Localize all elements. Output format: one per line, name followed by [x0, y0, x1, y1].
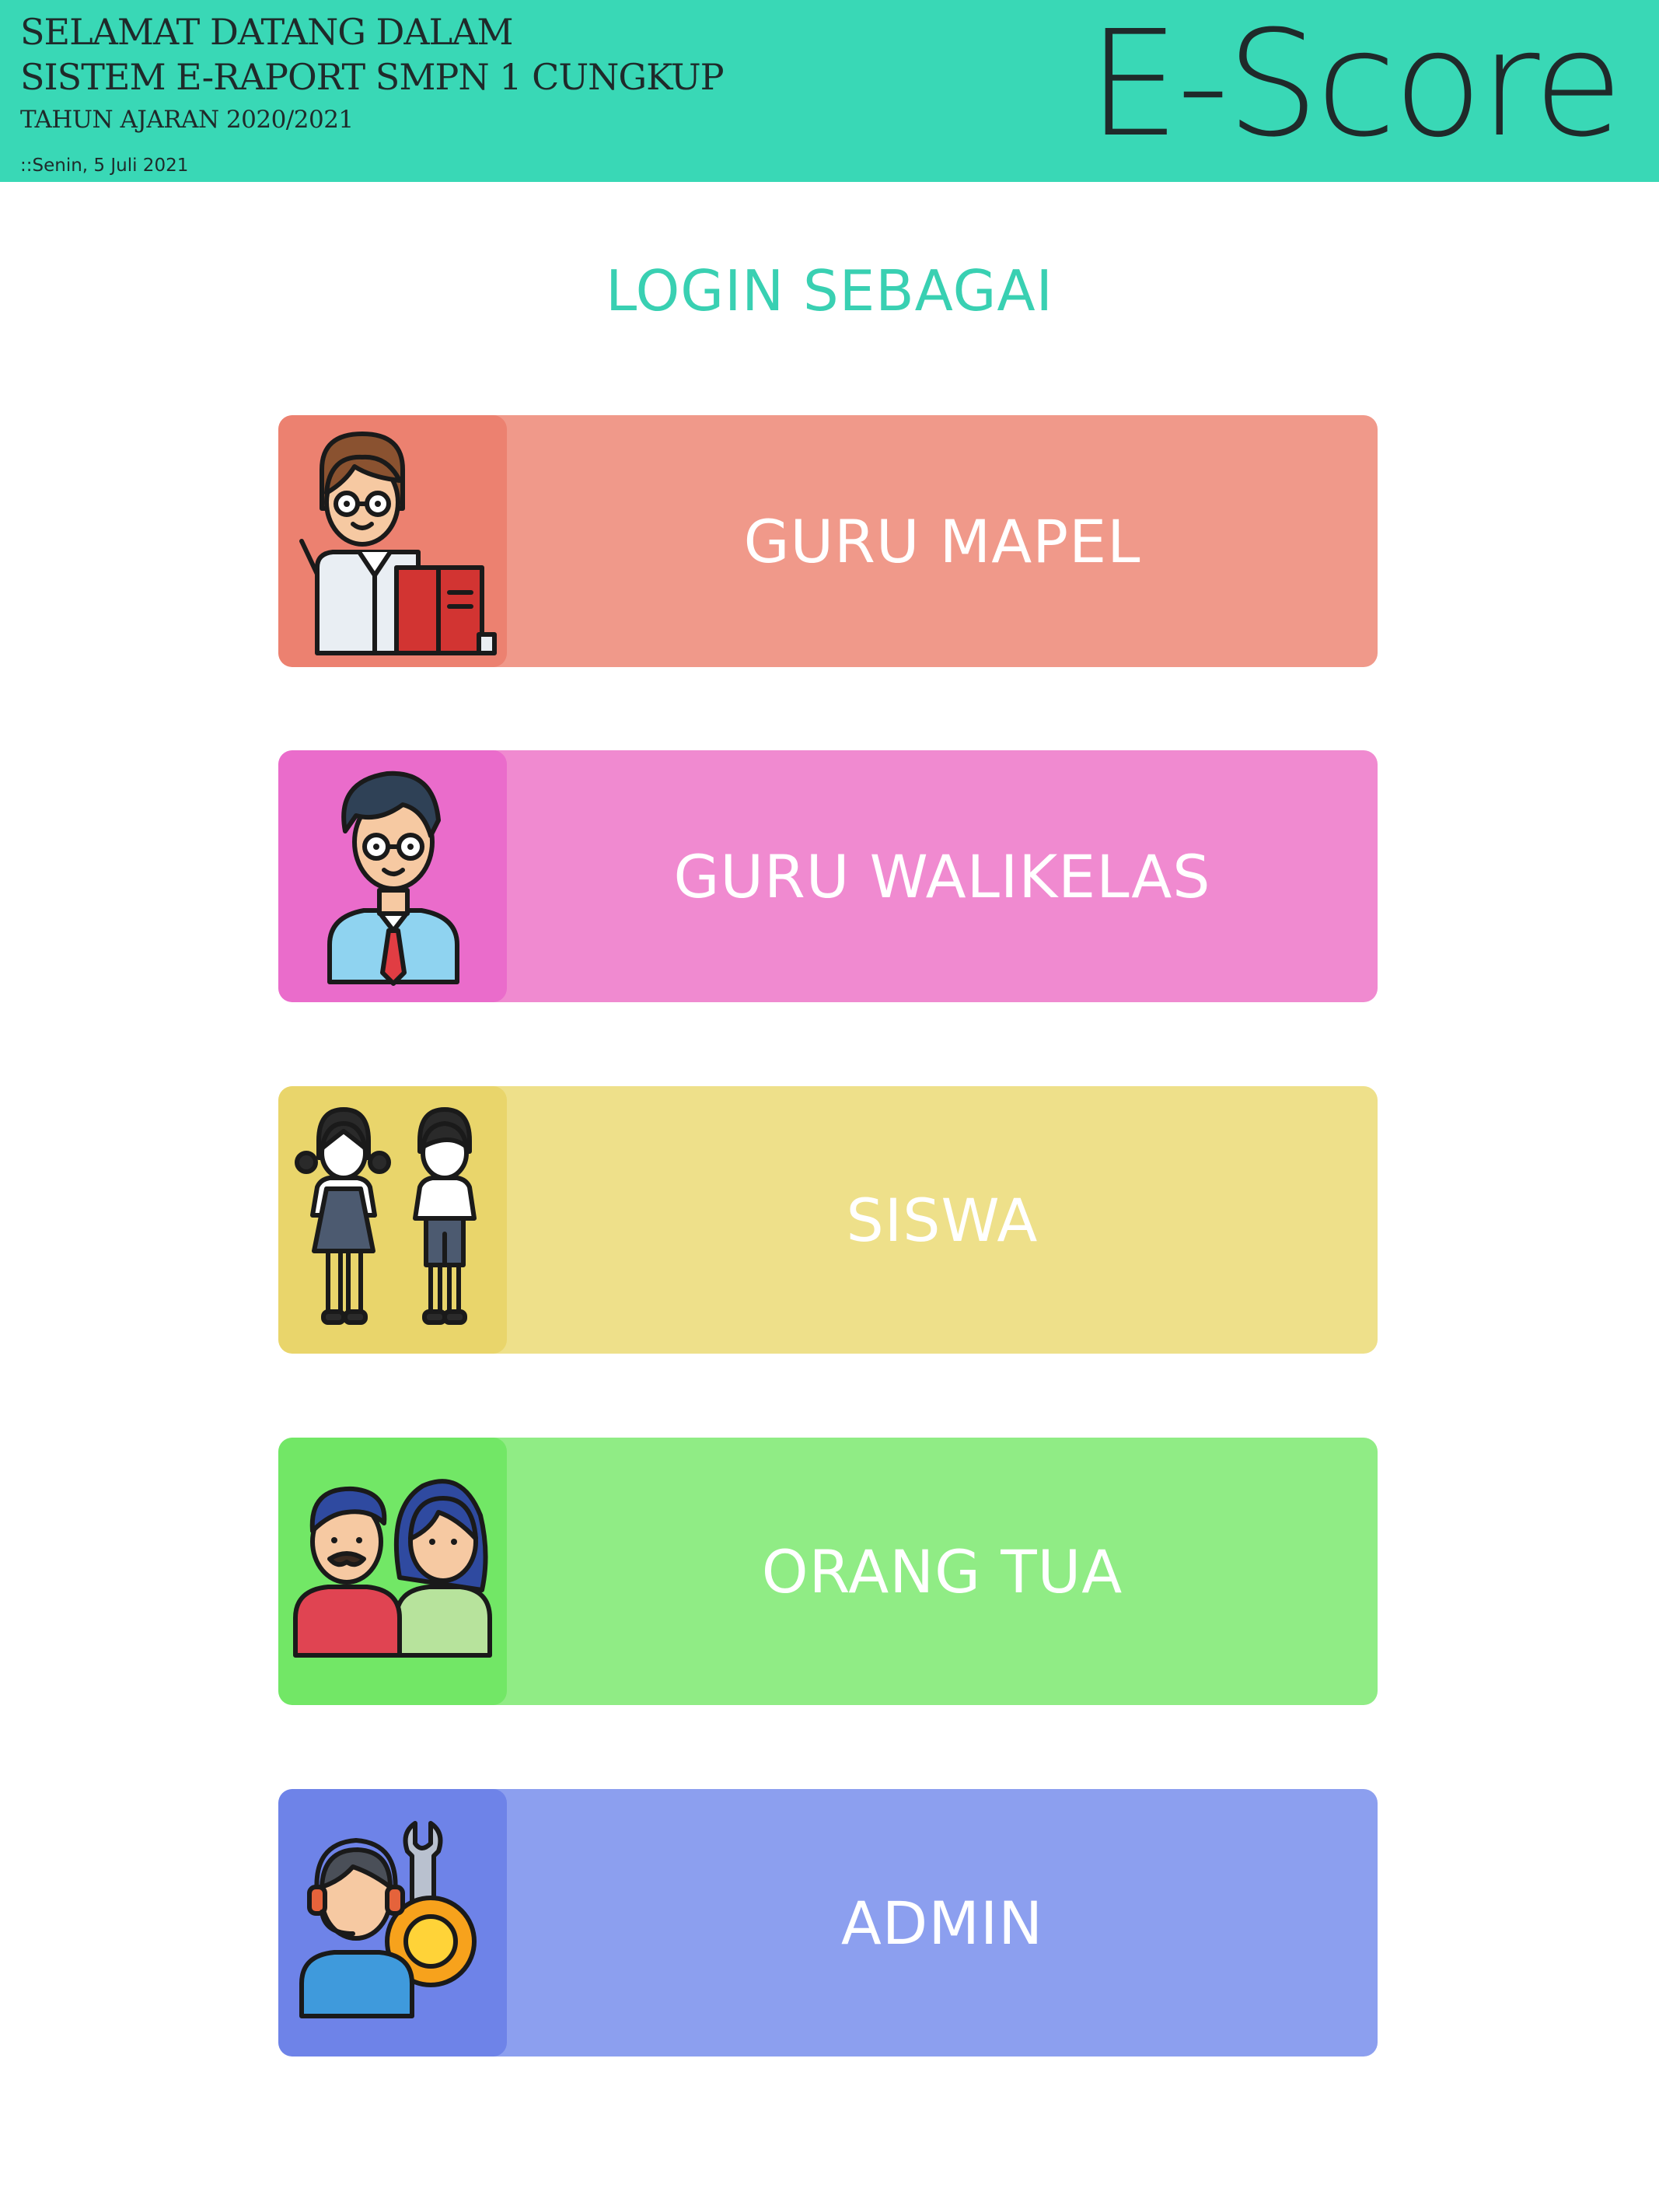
- role-label: GURU MAPEL: [743, 506, 1141, 576]
- login-admin-button[interactable]: ADMIN: [278, 1789, 1378, 2056]
- homeroom-teacher-icon: [278, 750, 507, 1002]
- role-label: SISWA: [846, 1185, 1039, 1255]
- login-guru-mapel-button[interactable]: GURU MAPEL: [278, 415, 1378, 667]
- system-name: SISTEM E-RAPORT SMPN 1 CUNGKUP: [20, 56, 725, 98]
- academic-year: TAHUN AJARAN 2020/2021: [20, 106, 354, 134]
- current-date: ::Senin, 5 Juli 2021: [20, 156, 189, 176]
- role-label: GURU WALIKELAS: [673, 841, 1211, 911]
- students-icon: [278, 1086, 507, 1354]
- role-label: ORANG TUA: [761, 1536, 1123, 1606]
- admin-icon: [278, 1789, 507, 2056]
- login-orang-tua-button[interactable]: ORANG TUA: [278, 1438, 1378, 1705]
- role-label: ADMIN: [840, 1888, 1044, 1958]
- parents-icon: [278, 1438, 507, 1705]
- login-siswa-button[interactable]: SISWA: [278, 1086, 1378, 1354]
- header-bar: SELAMAT DATANG DALAM SISTEM E-RAPORT SMP…: [0, 0, 1659, 182]
- brand-logo: E-Score: [1087, 0, 1623, 169]
- login-title: LOGIN SEBAGAI: [606, 258, 1053, 323]
- teacher-icon: [278, 415, 507, 667]
- login-guru-walikelas-button[interactable]: GURU WALIKELAS: [278, 750, 1378, 1002]
- welcome-line: SELAMAT DATANG DALAM: [20, 11, 514, 53]
